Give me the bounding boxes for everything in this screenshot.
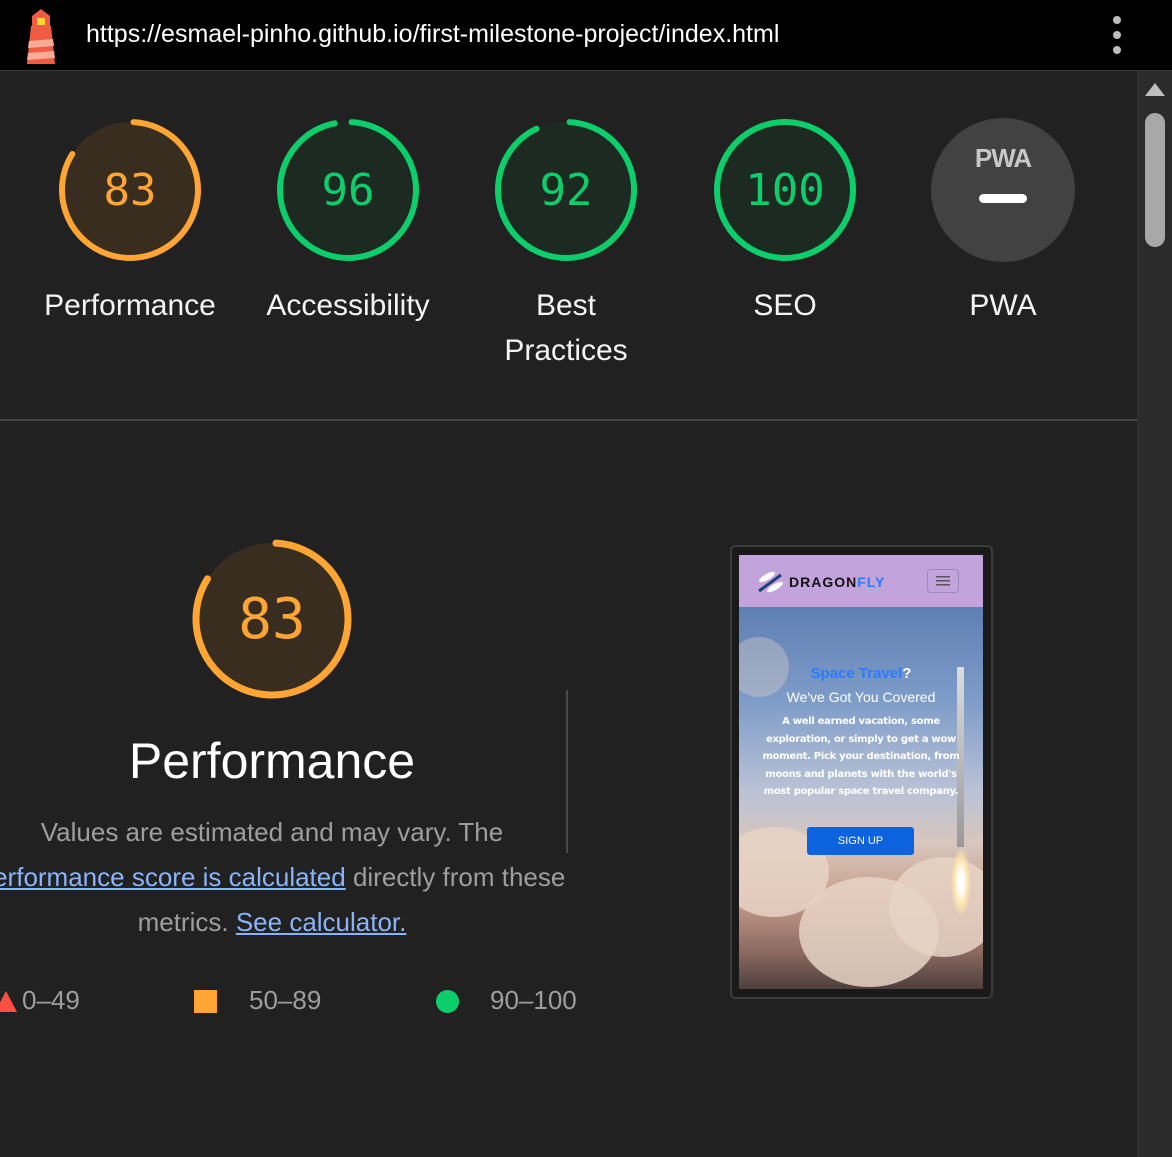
gauge-performance-label: Performance bbox=[44, 289, 216, 322]
thumb-hamburger-icon bbox=[927, 569, 959, 593]
performance-description: Values are estimated and may vary. The p… bbox=[0, 810, 604, 945]
thumb-headline-text: Space Travel bbox=[810, 665, 903, 682]
scroll-up-arrow-icon[interactable] bbox=[1143, 80, 1167, 100]
pwa-badge-icon bbox=[931, 118, 1075, 262]
gauge-best-practices[interactable]: 92 bbox=[493, 117, 639, 263]
audited-url: https://esmael-pinho.github.io/first-mil… bbox=[86, 20, 780, 48]
thumb-brand: DRAGONFLY bbox=[789, 574, 885, 590]
gauge-accessibility[interactable]: 96 bbox=[275, 117, 421, 263]
scrollbar-thumb[interactable] bbox=[1145, 113, 1165, 247]
legend-fail-triangle-icon bbox=[0, 991, 17, 1012]
thumb-body: A well earned vacation, some exploration… bbox=[762, 716, 960, 798]
thumb-navbar: DRAGONFLY bbox=[739, 555, 983, 607]
score-calculated-link[interactable]: performance score is calculated bbox=[0, 862, 346, 892]
pwa-badge-text: PWA bbox=[974, 143, 1032, 173]
legend-pass-range: 90–100 bbox=[490, 985, 577, 1015]
performance-desc-text-1: Values are estimated and may vary. The bbox=[40, 817, 504, 847]
gauge-seo[interactable]: 100 bbox=[712, 117, 858, 263]
gauge-best-practices-label: Best Practices bbox=[456, 283, 676, 373]
final-screenshot[interactable]: DRAGONFLY Space Travel? We've Got You Co… bbox=[739, 555, 983, 989]
legend-average-range: 50–89 bbox=[249, 985, 322, 1015]
gauge-best-practices-label-line2: Practices bbox=[504, 334, 628, 367]
dragonfly-logo-icon bbox=[758, 571, 783, 593]
lighthouse-icon bbox=[27, 9, 55, 64]
report-header: https://esmael-pinho.github.io/first-mil… bbox=[0, 0, 1172, 71]
gauge-best-practices-label-line1: Best bbox=[535, 289, 597, 322]
gauge-best-practices-score: 92 bbox=[539, 164, 593, 216]
gauge-performance-score: 83 bbox=[103, 164, 157, 216]
thumb-headline-q: ? bbox=[902, 665, 912, 682]
gauge-accessibility-label: Accessibility bbox=[266, 289, 430, 322]
thumb-brand-fly: FLY bbox=[857, 574, 886, 590]
gauge-pwa[interactable]: PWA bbox=[930, 117, 1076, 263]
section-divider bbox=[0, 419, 1137, 421]
thumb-brand-dragon: DRAGON bbox=[789, 574, 858, 590]
legend-pass-circle-icon bbox=[436, 990, 459, 1013]
gauge-seo-score: 100 bbox=[745, 164, 825, 216]
see-calculator-link[interactable]: See calculator. bbox=[236, 907, 407, 937]
gauge-seo-label: SEO bbox=[753, 289, 817, 322]
gauge-performance[interactable]: 83 bbox=[57, 117, 203, 263]
vertical-divider bbox=[566, 690, 568, 853]
kebab-menu-icon[interactable] bbox=[1106, 14, 1128, 56]
performance-big-score: 83 bbox=[238, 586, 306, 652]
gauge-pwa-label: PWA bbox=[969, 289, 1037, 322]
thumb-rocket-flame bbox=[951, 847, 971, 917]
thumb-signup-button: SIGN UP bbox=[807, 827, 914, 855]
thumb-headline: Space Travel? bbox=[739, 665, 983, 682]
performance-title: Performance bbox=[128, 733, 416, 789]
legend-average-square-icon bbox=[194, 990, 217, 1013]
gauge-accessibility-score: 96 bbox=[321, 164, 375, 216]
thumb-subhead: We've Got You Covered bbox=[786, 689, 936, 705]
legend-fail-range: 0–49 bbox=[22, 985, 80, 1015]
hamburger-lines-icon bbox=[936, 576, 950, 586]
